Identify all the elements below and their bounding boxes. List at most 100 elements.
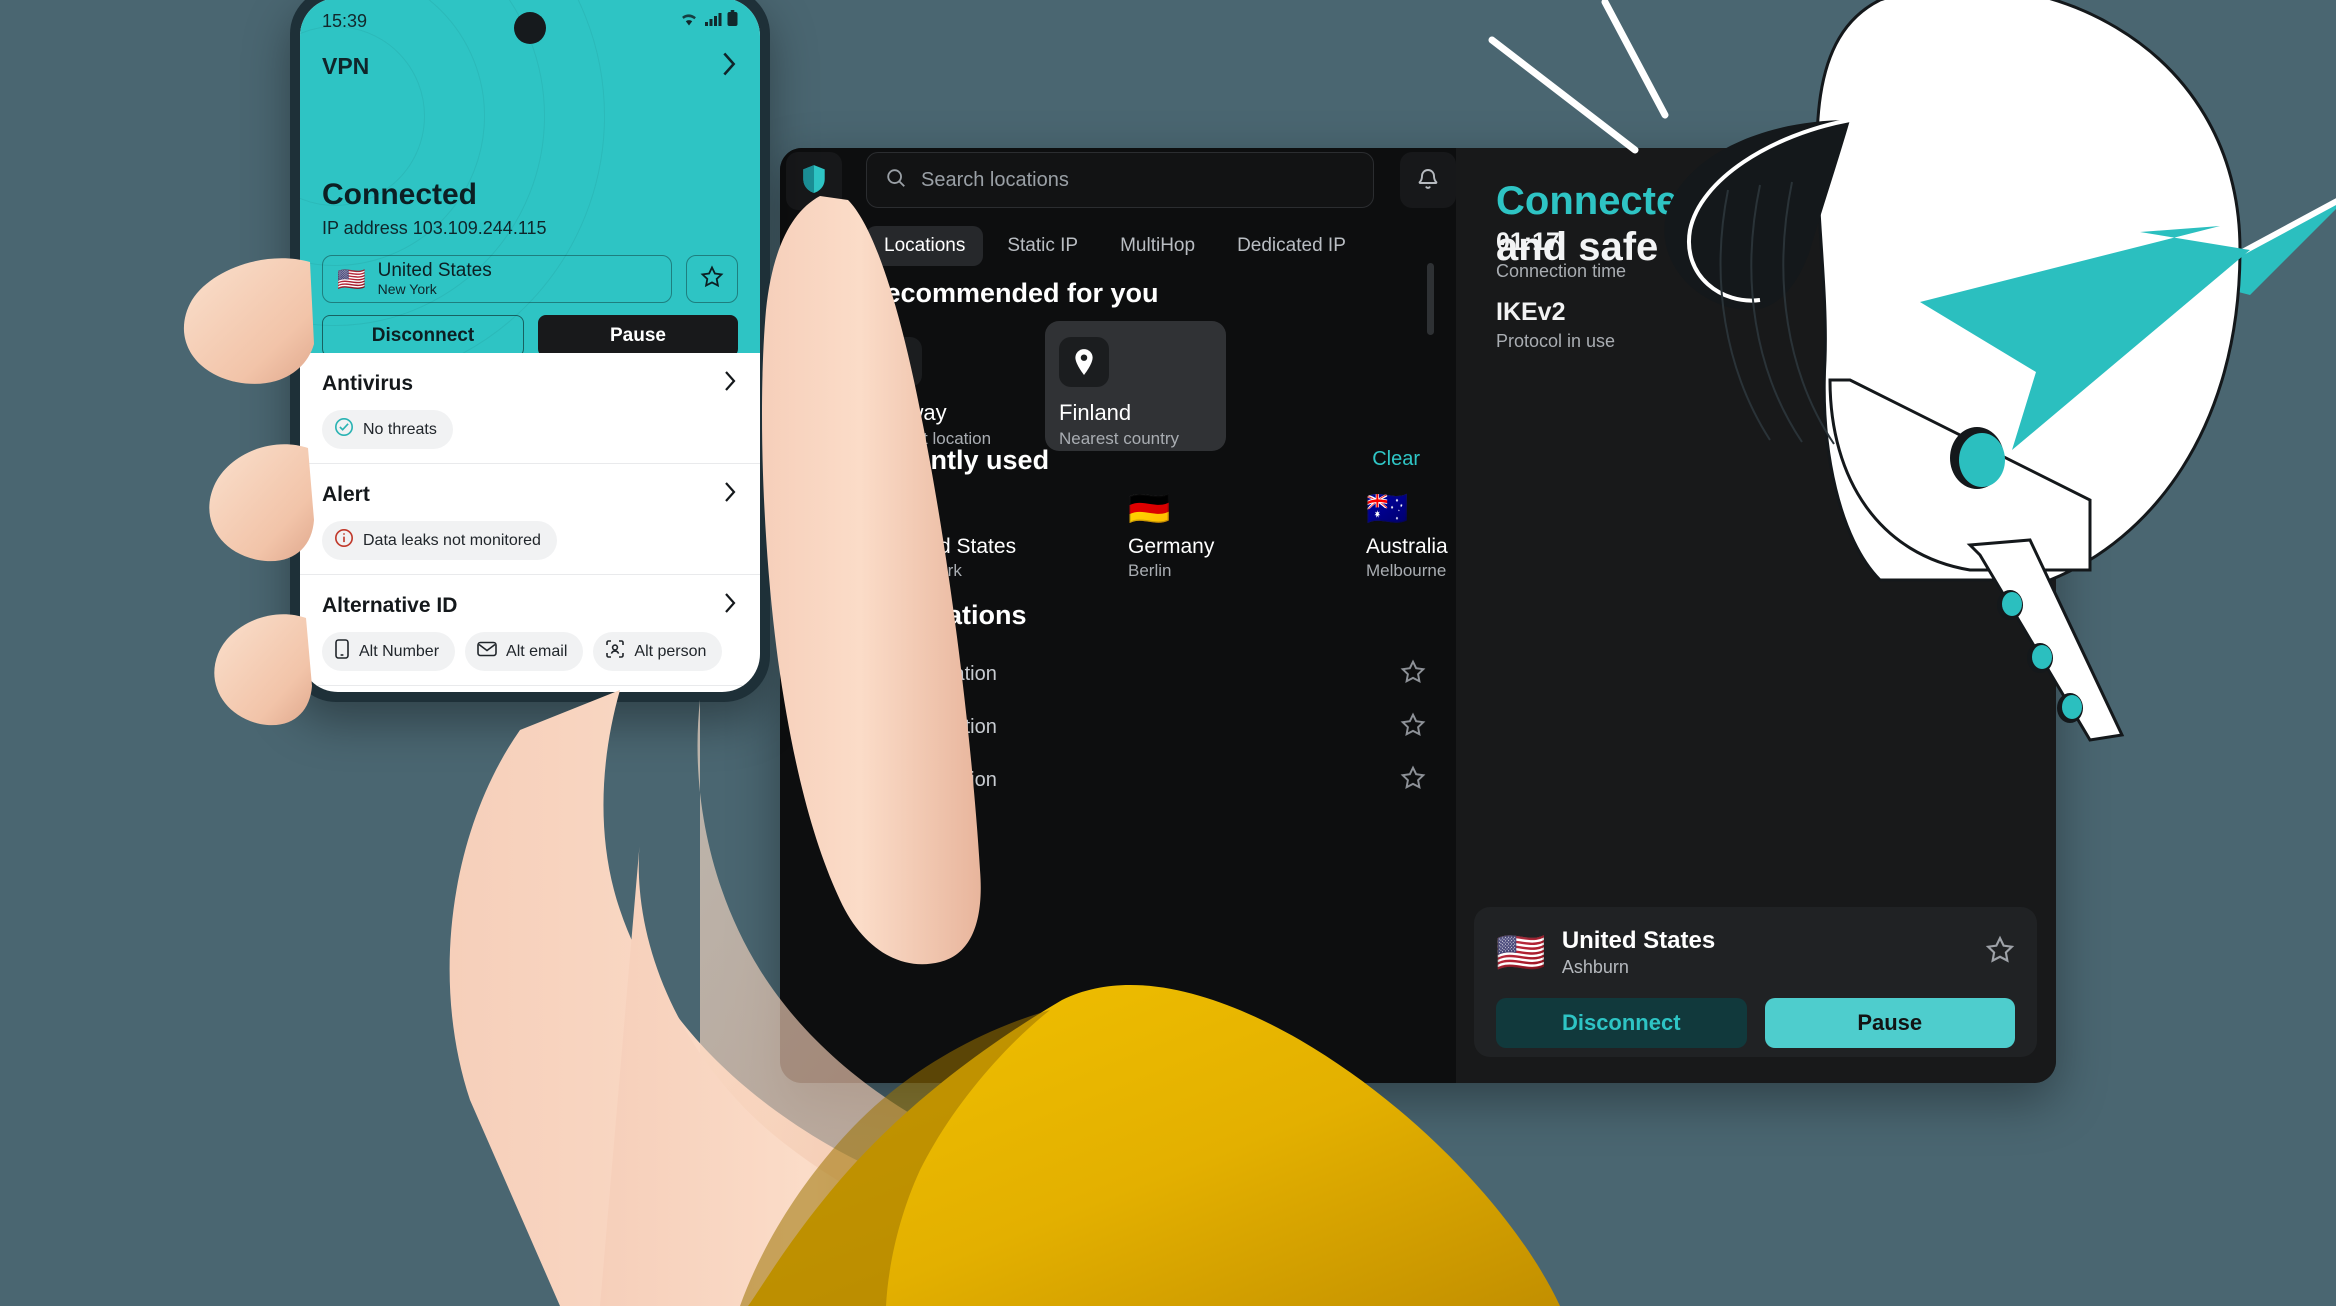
tab-locations-label: Locations [884, 235, 966, 256]
tab-locations[interactable]: Locations [866, 226, 984, 266]
alt-email-chip[interactable]: Alt email [465, 632, 584, 671]
status-badge[interactable]: No threats [322, 410, 453, 449]
phone-mockup: 15:39 VPN Connected IP address 103.109.2… [290, 0, 770, 702]
status-badge[interactable]: Data leaks not monitored [322, 521, 557, 560]
phone-vpn-header: 15:39 VPN Connected IP address 103.109.2… [300, 0, 760, 353]
active-connection-city: Ashburn [1561, 957, 1629, 977]
recent-item[interactable]: 🇩🇪 Germany Berlin [1128, 492, 1258, 581]
flag-icon: 🇺🇸 [337, 265, 366, 292]
phone-location-row: 🇺🇸 United States New York [322, 255, 738, 303]
clear-recent-button[interactable]: Clear [1372, 448, 1420, 471]
phone-section-header[interactable]: Alternative ID [322, 591, 738, 620]
phone-section-header[interactable]: Antivirus [322, 369, 738, 398]
phone-disconnect-button[interactable]: Disconnect [322, 315, 524, 353]
notifications-button[interactable] [1400, 152, 1456, 208]
app-left-panel: Search locations Locations Static IP Mul… [780, 148, 1456, 1083]
speed-lines [1488, 0, 1669, 154]
recent-item-city: New York [890, 561, 962, 580]
phone-location-text: United States New York [378, 261, 492, 297]
recently-used-heading: Recently used [866, 445, 1050, 475]
recommended-card-name: Finland [1059, 400, 1132, 425]
status-badge-label: No threats [363, 420, 437, 438]
star-icon[interactable] [1400, 764, 1426, 797]
location-row-label: Virtual location [866, 716, 997, 738]
location-row-label: Virtual location [866, 769, 997, 791]
alt-email-label: Alt email [506, 642, 568, 660]
check-circle-icon [334, 417, 354, 442]
phone-location-selector[interactable]: 🇺🇸 United States New York [322, 255, 672, 303]
phone-connection-status: Connected [322, 178, 478, 211]
tab-dedicated-ip[interactable]: Dedicated IP [1219, 226, 1364, 266]
mail-icon [477, 641, 497, 662]
phone-ip-address: IP address 103.109.244.115 [322, 218, 547, 238]
active-connection-text: United States Ashburn [1562, 927, 1715, 978]
active-connection-header: 🇺🇸 United States Ashburn [1496, 927, 2015, 978]
alt-person-chip[interactable]: Alt person [593, 632, 723, 671]
tab-multihop[interactable]: MultiHop [1102, 226, 1213, 266]
recommended-cards: Norway Fastest location Finland Nearest … [858, 321, 1226, 451]
flag-icon: 🇺🇸 [1496, 930, 1546, 975]
phone-icon [334, 639, 350, 664]
status-indicators [679, 10, 738, 32]
location-row-label: Virtual location [866, 663, 997, 685]
tab-multihop-label: MultiHop [1120, 235, 1196, 256]
chevron-right-icon [722, 369, 738, 398]
wifi-icon [679, 11, 699, 32]
vpn-label: VPN [322, 53, 370, 79]
chevron-right-icon [722, 591, 738, 620]
phone-status-bar: 15:39 [300, 0, 760, 44]
search-locations-input[interactable]: Search locations [866, 152, 1374, 208]
tab-static-ip[interactable]: Static IP [989, 226, 1096, 266]
recent-item[interactable]: 🇺🇸 United States New York [890, 492, 1020, 581]
recommended-heading: Recommended for you [866, 278, 1159, 308]
alt-number-chip[interactable]: Alt Number [322, 632, 456, 671]
recent-item-city: Berlin [1128, 561, 1172, 580]
tab-dedicated-ip-label: Dedicated IP [1237, 235, 1346, 256]
locations-tabs: Locations Static IP MultiHop Dedicated I… [866, 226, 1364, 266]
recent-item-name: United States [890, 535, 1017, 558]
location-row[interactable]: Virtual location [866, 754, 1426, 807]
star-icon[interactable] [1400, 658, 1426, 691]
shield-logo-button[interactable] [786, 152, 842, 210]
status-badge-label: Data leaks not monitored [363, 531, 541, 549]
recently-used-list: 🇺🇸 United States New York 🇩🇪 Germany Ber… [890, 492, 1496, 581]
location-row[interactable]: Virtual location [866, 648, 1426, 701]
recommended-card-norway[interactable]: Norway Fastest location [858, 321, 1039, 451]
vpn-nav-row[interactable]: VPN [322, 50, 738, 83]
phone-favorite-button[interactable] [686, 255, 738, 303]
all-locations-list: Virtual location Virtual location Virtua… [866, 648, 1426, 807]
chevron-right-icon [722, 480, 738, 509]
phone-connection-actions: Disconnect Pause [322, 315, 738, 353]
tab-static-ip-label: Static IP [1007, 235, 1079, 256]
alt-number-label: Alt Number [359, 642, 440, 660]
flag-icon: 🇺🇸 [890, 490, 933, 528]
chevron-right-icon [720, 50, 738, 83]
signal-icon [704, 11, 722, 32]
star-icon[interactable] [1985, 935, 2015, 970]
disconnect-button[interactable]: Disconnect [1496, 998, 1747, 1048]
phone-section-title: Alternative ID [322, 593, 458, 617]
phone-section-title: Antivirus [322, 371, 414, 395]
star-icon[interactable] [1400, 711, 1426, 744]
phone-section-alert: Alert Data leaks not monitored [300, 464, 760, 575]
recommended-card-finland[interactable]: Finland Nearest country [1045, 321, 1226, 451]
recommended-card-name: Norway [872, 400, 947, 425]
active-connection-country: United States [1561, 927, 1716, 954]
alt-person-label: Alt person [634, 642, 707, 660]
status-time: 15:39 [322, 10, 368, 31]
connection-actions: Disconnect Pause [1496, 998, 2015, 1048]
search-icon [885, 167, 907, 194]
helmet-vent [1959, 433, 2005, 487]
person-scan-icon [605, 639, 625, 664]
phone-screen: 15:39 VPN Connected IP address 103.109.2… [300, 0, 760, 692]
locations-scrollbar[interactable] [1427, 263, 1434, 335]
pause-button[interactable]: Pause [1764, 998, 2015, 1048]
shield-icon [801, 164, 827, 199]
phone-connection-block: Connected IP address 103.109.244.115 🇺🇸 … [322, 178, 738, 353]
star-icon [700, 264, 724, 294]
phone-section-header[interactable]: Alert [322, 480, 738, 509]
phone-section-title: Alert [322, 482, 370, 506]
phone-location-country: United States [377, 260, 492, 282]
phone-pause-button[interactable]: Pause [538, 315, 738, 353]
location-row[interactable]: Virtual location [866, 701, 1426, 754]
